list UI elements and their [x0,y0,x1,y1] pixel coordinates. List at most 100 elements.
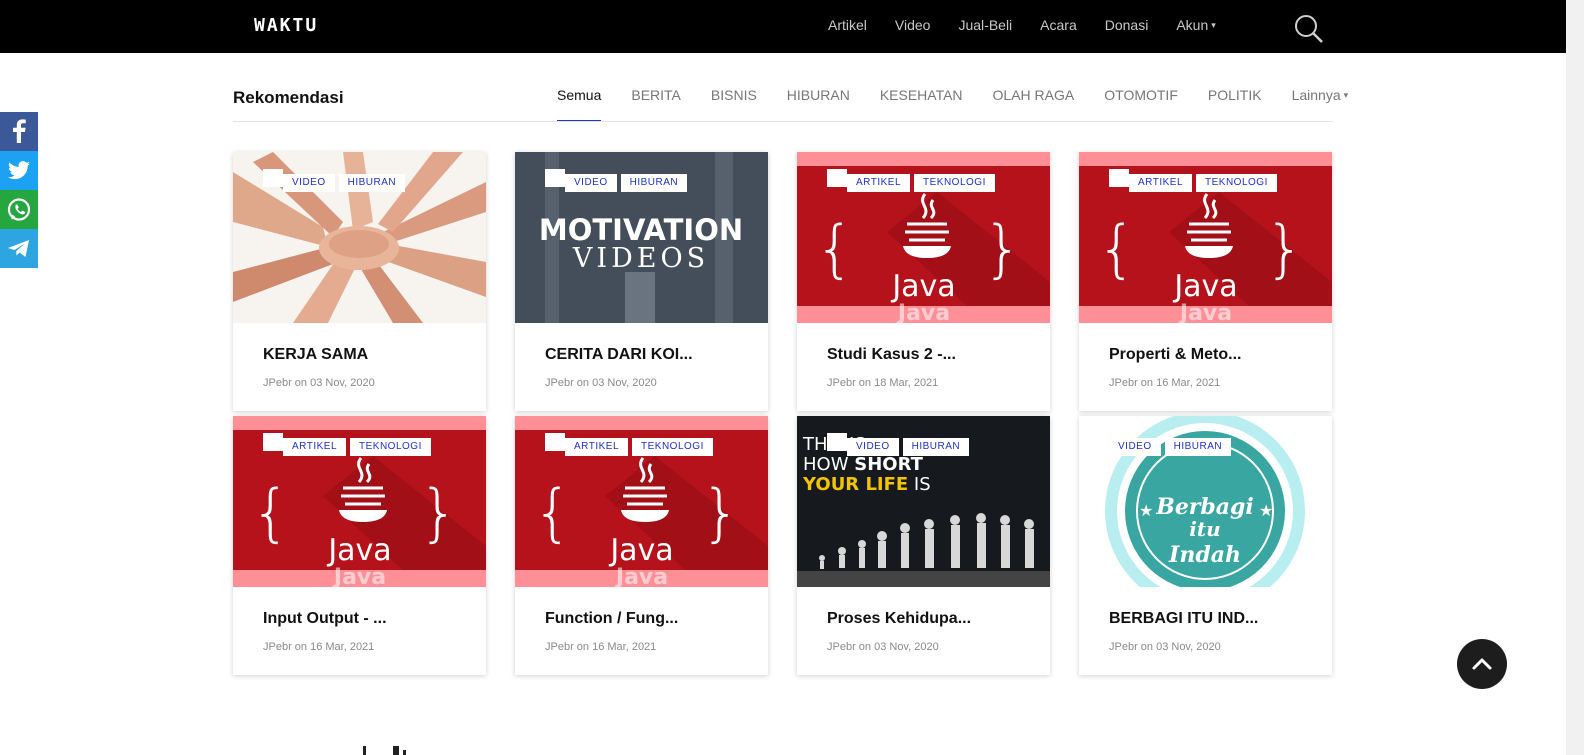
tab-lainnya-dropdown[interactable]: Lainnya ▾ [1292,87,1349,121]
section-title: Rekomendasi [233,88,344,107]
article-title[interactable]: Studi Kasus 2 -... [827,346,956,364]
tab-otomotif[interactable]: OTOMOTIF [1104,87,1178,121]
article-card[interactable]: VIDEO HIBURAN KERJA SAMA JPebr on 03 Nov, 2… [233,152,486,411]
svg-text:Java: Java [332,565,386,587]
article-card[interactable]: { } Java Java ARTIKEL TEKNOLOGI Studi Kasus… [797,152,1050,411]
svg-text:{: { [251,476,290,549]
search-button[interactable] [1292,12,1326,46]
svg-text:Java: Java [890,269,955,304]
category-tag[interactable]: VIDEO [565,174,617,192]
article-meta: JPebr on 03 Nov, 2020 [263,377,375,389]
twitter-icon [7,161,30,180]
category-tag[interactable]: ARTIKEL [565,438,628,456]
category-tag[interactable]: VIDEO [283,174,335,192]
page-scrollbar[interactable] [1566,0,1584,755]
nav-link-donasi[interactable]: Donasi [1105,17,1149,33]
article-meta: JPebr on 16 Mar, 2021 [1109,377,1221,389]
article-title[interactable]: Input Output - ... [263,610,387,628]
category-tag[interactable]: TEKNOLOGI [350,438,431,456]
nav-link-video[interactable]: Video [895,17,931,33]
category-tag[interactable]: HIBURAN [1164,438,1232,456]
article-title[interactable]: KERJA SAMA [263,346,368,364]
whatsapp-icon [7,198,31,221]
article-meta: JPebr on 16 Mar, 2021 [545,641,657,653]
svg-text:Java: Java [326,533,391,568]
svg-text:{: { [1097,212,1136,285]
tag-list: ARTIKEL TEKNOLOGI [263,433,435,456]
tag-list: ARTIKEL TEKNOLOGI [1109,169,1281,192]
svg-text:TH: TH [802,434,828,455]
tag-list: VIDEO HIBURAN [827,433,973,456]
tag-list: ARTIKEL TEKNOLOGI [827,169,999,192]
category-tag[interactable]: ARTIKEL [1129,174,1192,192]
whatsapp-share-button[interactable] [0,190,38,229]
chevron-up-icon [1472,658,1492,670]
category-tag[interactable]: HIBURAN [902,438,970,456]
tab-olah-raga[interactable]: OLAH RAGA [993,87,1075,121]
top-navbar: WAKTU Artikel Video Jual-Beli Acara Dona… [0,0,1566,53]
tab-bisnis[interactable]: BISNIS [711,87,757,121]
category-tag[interactable]: VIDEO [1109,438,1161,456]
caret-down-icon: ▾ [1343,90,1349,100]
nav-link-jual-beli[interactable]: Jual-Beli [958,17,1012,33]
article-card[interactable]: { } Java Java ARTIKEL TEKNOLOGI Function / … [515,416,768,675]
svg-text:★: ★ [1139,503,1153,520]
category-tabs: Semua BERITA BISNIS HIBURAN KESEHATAN OL… [557,87,1378,122]
social-share-bar [0,112,38,268]
svg-text:VIDEOS: VIDEOS [572,243,709,274]
article-card[interactable]: MOTIVATION VIDEOS VIDEO HIBURAN CERITA DARI… [515,152,768,411]
tab-hiburan[interactable]: HIBURAN [787,87,850,121]
svg-text:YOUR LIFE IS: YOUR LIFE IS [802,474,931,495]
facebook-share-button[interactable] [0,112,38,151]
tag-placeholder [263,169,283,187]
article-card[interactable]: ★ ★ Berbagi itu Indah VIDEO HIBURAN BERBAGI… [1079,416,1332,675]
svg-text:Indah: Indah [1168,542,1241,568]
next-section-peek [233,742,433,755]
tag-placeholder [1109,169,1129,187]
category-tag[interactable]: VIDEO [847,438,899,456]
category-tag[interactable]: ARTIKEL [283,438,346,456]
article-card[interactable]: TH IS HOW SHORT YOUR LIFE IS VIDEOHIBURA… [797,416,1050,675]
article-meta: JPebr on 16 Mar, 2021 [263,641,375,653]
article-title[interactable]: CERITA DARI KOI... [545,346,693,364]
back-to-top-button[interactable] [1457,639,1507,689]
category-tag[interactable]: HIBURAN [620,174,688,192]
tab-berita[interactable]: BERITA [631,87,681,121]
article-title[interactable]: BERBAGI ITU IND... [1109,610,1258,628]
article-card[interactable]: { } Java Java ARTIKEL TEKNOLOGI Input Outpu… [233,416,486,675]
category-tag[interactable]: TEKNOLOGI [1196,174,1277,192]
tag-list: VIDEO HIBURAN [545,169,691,192]
article-meta: JPebr on 03 Nov, 2020 [545,377,657,389]
svg-text:★: ★ [1259,503,1273,520]
tag-placeholder [545,433,565,451]
svg-text:}: } [1265,212,1304,285]
nav-link-artikel[interactable]: Artikel [828,17,867,33]
tab-kesehatan[interactable]: KESEHATAN [880,87,963,121]
article-meta: JPebr on 03 Nov, 2020 [1109,641,1221,653]
svg-text:Java: Java [608,533,673,568]
category-tag[interactable]: TEKNOLOGI [914,174,995,192]
svg-text:Java: Java [1172,269,1237,304]
svg-text:}: } [983,212,1022,285]
article-title[interactable]: Properti & Meto... [1109,346,1241,364]
svg-text:}: } [419,476,458,549]
twitter-share-button[interactable] [0,151,38,190]
category-tag[interactable]: TEKNOLOGI [632,438,713,456]
telegram-share-button[interactable] [0,229,38,268]
brand-logo[interactable]: WAKTU [254,15,318,36]
tag-placeholder [827,433,847,451]
tag-list: VIDEO HIBURAN [1109,438,1235,456]
tab-politik[interactable]: POLITIK [1208,87,1262,121]
tag-placeholder [545,169,565,187]
telegram-icon [8,240,29,257]
tab-semua[interactable]: Semua [557,87,602,122]
article-title[interactable]: Function / Fung... [545,610,678,628]
category-tag[interactable]: ARTIKEL [847,174,910,192]
nav-link-acara[interactable]: Acara [1040,17,1077,33]
article-card[interactable]: { } Java Java ARTIKEL TEKNOLOGI Properti & … [1079,152,1332,411]
nav-links: Artikel Video Jual-Beli Acara Donasi Aku… [828,17,1244,33]
nav-link-akun-dropdown[interactable]: Akun ▾ [1176,17,1215,33]
article-title[interactable]: Proses Kehidupa... [827,610,971,628]
category-tag[interactable]: HIBURAN [338,174,406,192]
tag-list: VIDEO HIBURAN [263,169,409,192]
